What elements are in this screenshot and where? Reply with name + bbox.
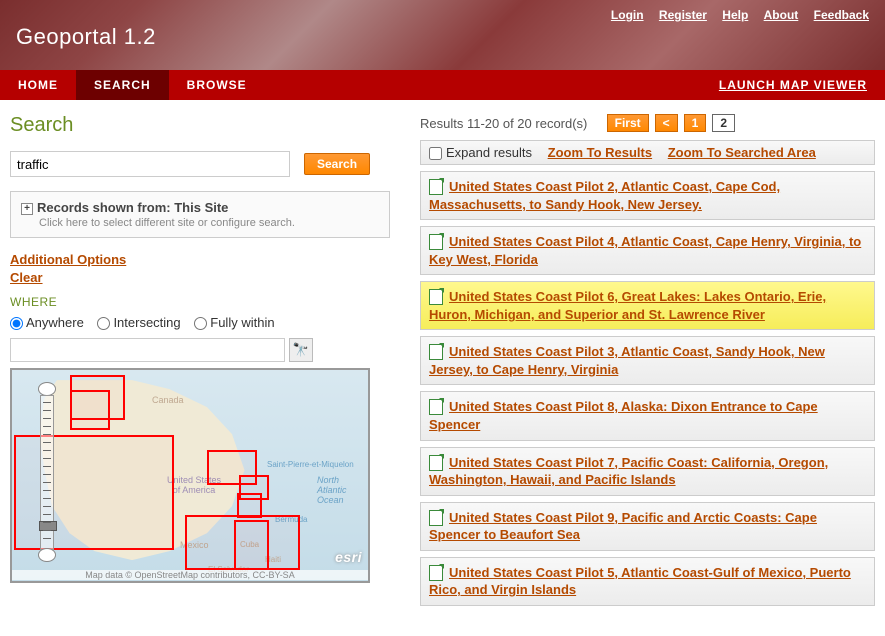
banner: Login Register Help About Feedback Geopo… xyxy=(0,0,885,70)
link-zoom-to-searched-area[interactable]: Zoom To Searched Area xyxy=(668,145,816,160)
expand-icon: + xyxy=(21,203,33,215)
document-icon xyxy=(429,289,443,305)
pager-first[interactable]: First xyxy=(607,114,649,132)
site-config-box[interactable]: + Records shown from: This Site Click her… xyxy=(10,191,390,238)
zoom-out-button[interactable] xyxy=(38,548,56,562)
link-login[interactable]: Login xyxy=(611,8,644,22)
document-icon xyxy=(429,510,443,526)
result-item: United States Coast Pilot 4, Atlantic Co… xyxy=(420,226,875,275)
radio-anywhere[interactable] xyxy=(10,317,23,330)
result-link[interactable]: United States Coast Pilot 7, Pacific Coa… xyxy=(429,455,828,488)
map-label-canada: Canada xyxy=(152,395,184,405)
result-item: United States Coast Pilot 3, Atlantic Co… xyxy=(420,336,875,385)
pager-page-2[interactable]: 2 xyxy=(712,114,735,132)
radio-intersecting[interactable] xyxy=(97,317,110,330)
results-summary: Results 11-20 of 20 record(s) xyxy=(420,116,587,131)
result-link[interactable]: United States Coast Pilot 5, Atlantic Co… xyxy=(429,565,851,598)
top-links: Login Register Help About Feedback xyxy=(599,8,869,22)
link-additional-options[interactable]: Additional Options xyxy=(10,252,390,267)
expand-row: Expand results Zoom To Results Zoom To S… xyxy=(420,140,875,165)
expand-results-checkbox[interactable] xyxy=(429,147,442,160)
result-item: United States Coast Pilot 7, Pacific Coa… xyxy=(420,447,875,496)
link-clear[interactable]: Clear xyxy=(10,270,390,285)
result-link[interactable]: United States Coast Pilot 8, Alaska: Dix… xyxy=(429,399,818,432)
document-icon xyxy=(429,455,443,471)
link-register[interactable]: Register xyxy=(659,8,707,22)
search-button[interactable]: Search xyxy=(304,153,370,175)
where-label: WHERE xyxy=(10,295,390,309)
document-icon xyxy=(429,344,443,360)
nav-launch-map-viewer[interactable]: LAUNCH MAP VIEWER xyxy=(719,70,867,100)
result-item: United States Coast Pilot 8, Alaska: Dix… xyxy=(420,391,875,440)
search-input[interactable] xyxy=(10,151,290,177)
radio-fully-within[interactable] xyxy=(194,317,207,330)
map-label-spm: Saint-Pierre-et-Miquelon xyxy=(267,460,354,469)
primary-nav: HOME SEARCH BROWSE LAUNCH MAP VIEWER xyxy=(0,70,885,100)
result-item: United States Coast Pilot 6, Great Lakes… xyxy=(420,281,875,330)
expand-results-label: Expand results xyxy=(446,145,532,160)
result-item: United States Coast Pilot 9, Pacific and… xyxy=(420,502,875,551)
link-help[interactable]: Help xyxy=(722,8,748,22)
document-icon xyxy=(429,234,443,250)
document-icon xyxy=(429,399,443,415)
map-attribution: Map data © OpenStreetMap contributors, C… xyxy=(12,570,368,580)
map-label-ocean: North Atlantic Ocean xyxy=(317,475,347,505)
result-item: United States Coast Pilot 2, Atlantic Co… xyxy=(420,171,875,220)
result-link[interactable]: United States Coast Pilot 2, Atlantic Co… xyxy=(429,179,780,212)
config-subtitle: Click here to select different site or c… xyxy=(39,217,379,229)
result-link[interactable]: United States Coast Pilot 6, Great Lakes… xyxy=(429,289,826,322)
config-title: Records shown from: This Site xyxy=(37,200,228,215)
map-canvas[interactable]: Canada United States of America Mexico C… xyxy=(10,368,370,583)
result-link[interactable]: United States Coast Pilot 3, Atlantic Co… xyxy=(429,344,825,377)
link-feedback[interactable]: Feedback xyxy=(814,8,869,22)
link-about[interactable]: About xyxy=(764,8,799,22)
pager-prev[interactable]: < xyxy=(655,114,678,132)
nav-browse[interactable]: BROWSE xyxy=(169,70,265,100)
zoom-in-button[interactable] xyxy=(38,382,56,396)
result-link[interactable]: United States Coast Pilot 4, Atlantic Co… xyxy=(429,234,861,267)
esri-logo: esri xyxy=(335,549,362,565)
result-link[interactable]: United States Coast Pilot 9, Pacific and… xyxy=(429,510,817,543)
result-item: United States Coast Pilot 5, Atlantic Co… xyxy=(420,557,875,606)
where-radios: Anywhere Intersecting Fully within xyxy=(10,315,390,330)
link-zoom-to-results[interactable]: Zoom To Results xyxy=(548,145,652,160)
nav-search[interactable]: SEARCH xyxy=(76,70,169,100)
page-title: Search xyxy=(10,114,390,137)
nav-home[interactable]: HOME xyxy=(0,70,76,100)
document-icon xyxy=(429,179,443,195)
document-icon xyxy=(429,565,443,581)
zoom-slider[interactable] xyxy=(40,395,54,550)
pager-page-1[interactable]: 1 xyxy=(684,114,707,132)
location-input[interactable] xyxy=(10,338,285,362)
binoculars-icon[interactable]: 🔭 xyxy=(289,338,313,362)
